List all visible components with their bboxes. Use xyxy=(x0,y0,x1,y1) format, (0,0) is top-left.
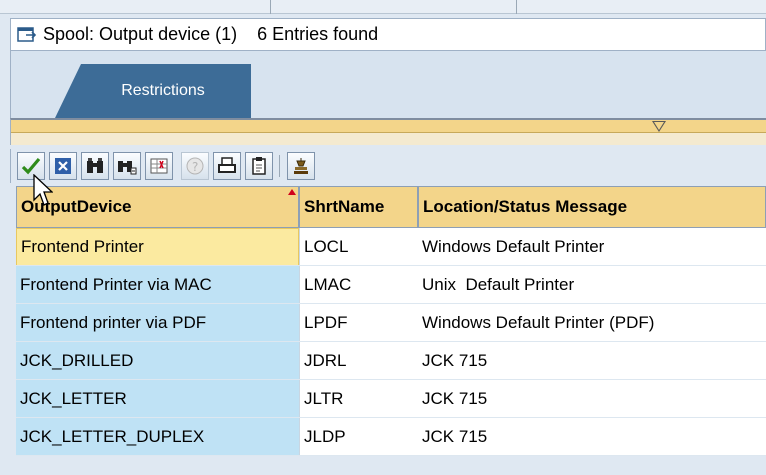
help-button: ? xyxy=(181,152,209,180)
dialog-window-icon xyxy=(17,26,37,42)
column-header-outputdevice[interactable]: OutputDevice xyxy=(16,186,299,228)
column-header-shrtname[interactable]: ShrtName xyxy=(299,186,418,228)
cell-output-device[interactable]: Frontend Printer via MAC xyxy=(16,266,299,304)
select-grid-icon xyxy=(150,158,168,174)
column-header-location[interactable]: Location/Status Message xyxy=(418,186,766,228)
window-top-strip xyxy=(0,0,766,14)
cell-location[interactable]: Windows Default Printer (PDF) xyxy=(418,304,766,342)
cell-output-device[interactable]: JCK_LETTER xyxy=(16,380,299,418)
personal-list-icon xyxy=(294,158,308,174)
cell-location[interactable]: Unix Default Printer xyxy=(418,266,766,304)
cell-location[interactable]: JCK 715 xyxy=(418,418,766,456)
binoculars-icon xyxy=(87,158,103,173)
find-button[interactable] xyxy=(81,152,109,180)
cell-short-name[interactable]: JDRL xyxy=(299,342,418,380)
tab-strip: Restrictions xyxy=(10,51,766,118)
cell-output-device[interactable]: JCK_LETTER_DUPLEX xyxy=(16,418,299,456)
table-row[interactable]: JCK_DRILLED JDRL JCK 715 xyxy=(16,342,766,380)
select-button[interactable] xyxy=(145,152,173,180)
restrictions-expander[interactable] xyxy=(10,118,766,145)
cell-location[interactable]: JCK 715 xyxy=(418,342,766,380)
expand-triangle-icon[interactable] xyxy=(652,121,666,132)
tab-restrictions-label: Restrictions xyxy=(121,82,205,99)
cell-short-name[interactable]: JLDP xyxy=(299,418,418,456)
entries-found-count: 6 Entries found xyxy=(257,24,379,44)
top-divider xyxy=(270,0,271,14)
svg-text:?: ? xyxy=(192,160,198,174)
cell-output-device[interactable]: Frontend printer via PDF xyxy=(16,304,299,342)
cell-output-device[interactable]: Frontend Printer xyxy=(16,228,299,266)
cell-short-name[interactable]: LMAC xyxy=(299,266,418,304)
copy-button[interactable] xyxy=(245,152,273,180)
tab-restrictions[interactable]: Restrictions xyxy=(55,64,251,118)
accept-button[interactable] xyxy=(17,152,45,180)
table-row[interactable]: Frontend printer via PDF LPDF Windows De… xyxy=(16,304,766,342)
dialog-title: Spool: Output device (1) xyxy=(43,24,238,44)
clipboard-icon xyxy=(252,157,266,175)
personal-list-button[interactable] xyxy=(287,152,315,180)
toolbar-separator xyxy=(279,155,280,177)
cell-short-name[interactable]: LPDF xyxy=(299,304,418,342)
results-table: OutputDevice ShrtName Location/Status Me… xyxy=(16,186,766,475)
checkmark-icon xyxy=(21,157,41,175)
cancel-icon xyxy=(55,158,71,174)
table-row[interactable]: Frontend Printer LOCL Windows Default Pr… xyxy=(16,228,766,266)
column-header-label: ShrtName xyxy=(304,197,385,216)
column-header-label: Location/Status Message xyxy=(423,197,628,216)
table-row[interactable]: JCK_LETTER JLTR JCK 715 xyxy=(16,380,766,418)
dialog-title-bar: Spool: Output device (1) 6 Entries found xyxy=(10,18,766,51)
cell-location[interactable]: JCK 715 xyxy=(418,380,766,418)
row-divider xyxy=(16,455,766,456)
cancel-button[interactable] xyxy=(49,152,77,180)
cell-short-name[interactable]: LOCL xyxy=(299,228,418,266)
top-divider xyxy=(516,0,517,14)
cell-location[interactable]: Windows Default Printer xyxy=(418,228,766,266)
find-next-icon xyxy=(118,161,137,175)
cell-output-device[interactable]: JCK_DRILLED xyxy=(16,342,299,380)
table-row[interactable]: JCK_LETTER_DUPLEX JLDP JCK 715 xyxy=(16,418,766,456)
sort-indicator-icon xyxy=(288,189,296,195)
table-row[interactable]: Frontend Printer via MAC LMAC Unix Defau… xyxy=(16,266,766,304)
column-header-label: OutputDevice xyxy=(21,197,132,216)
result-toolbar: ? xyxy=(10,149,766,183)
print-button[interactable] xyxy=(213,152,241,180)
printer-icon xyxy=(218,157,236,173)
find-next-button[interactable] xyxy=(113,152,141,180)
cell-short-name[interactable]: JLTR xyxy=(299,380,418,418)
help-icon: ? xyxy=(186,157,204,175)
